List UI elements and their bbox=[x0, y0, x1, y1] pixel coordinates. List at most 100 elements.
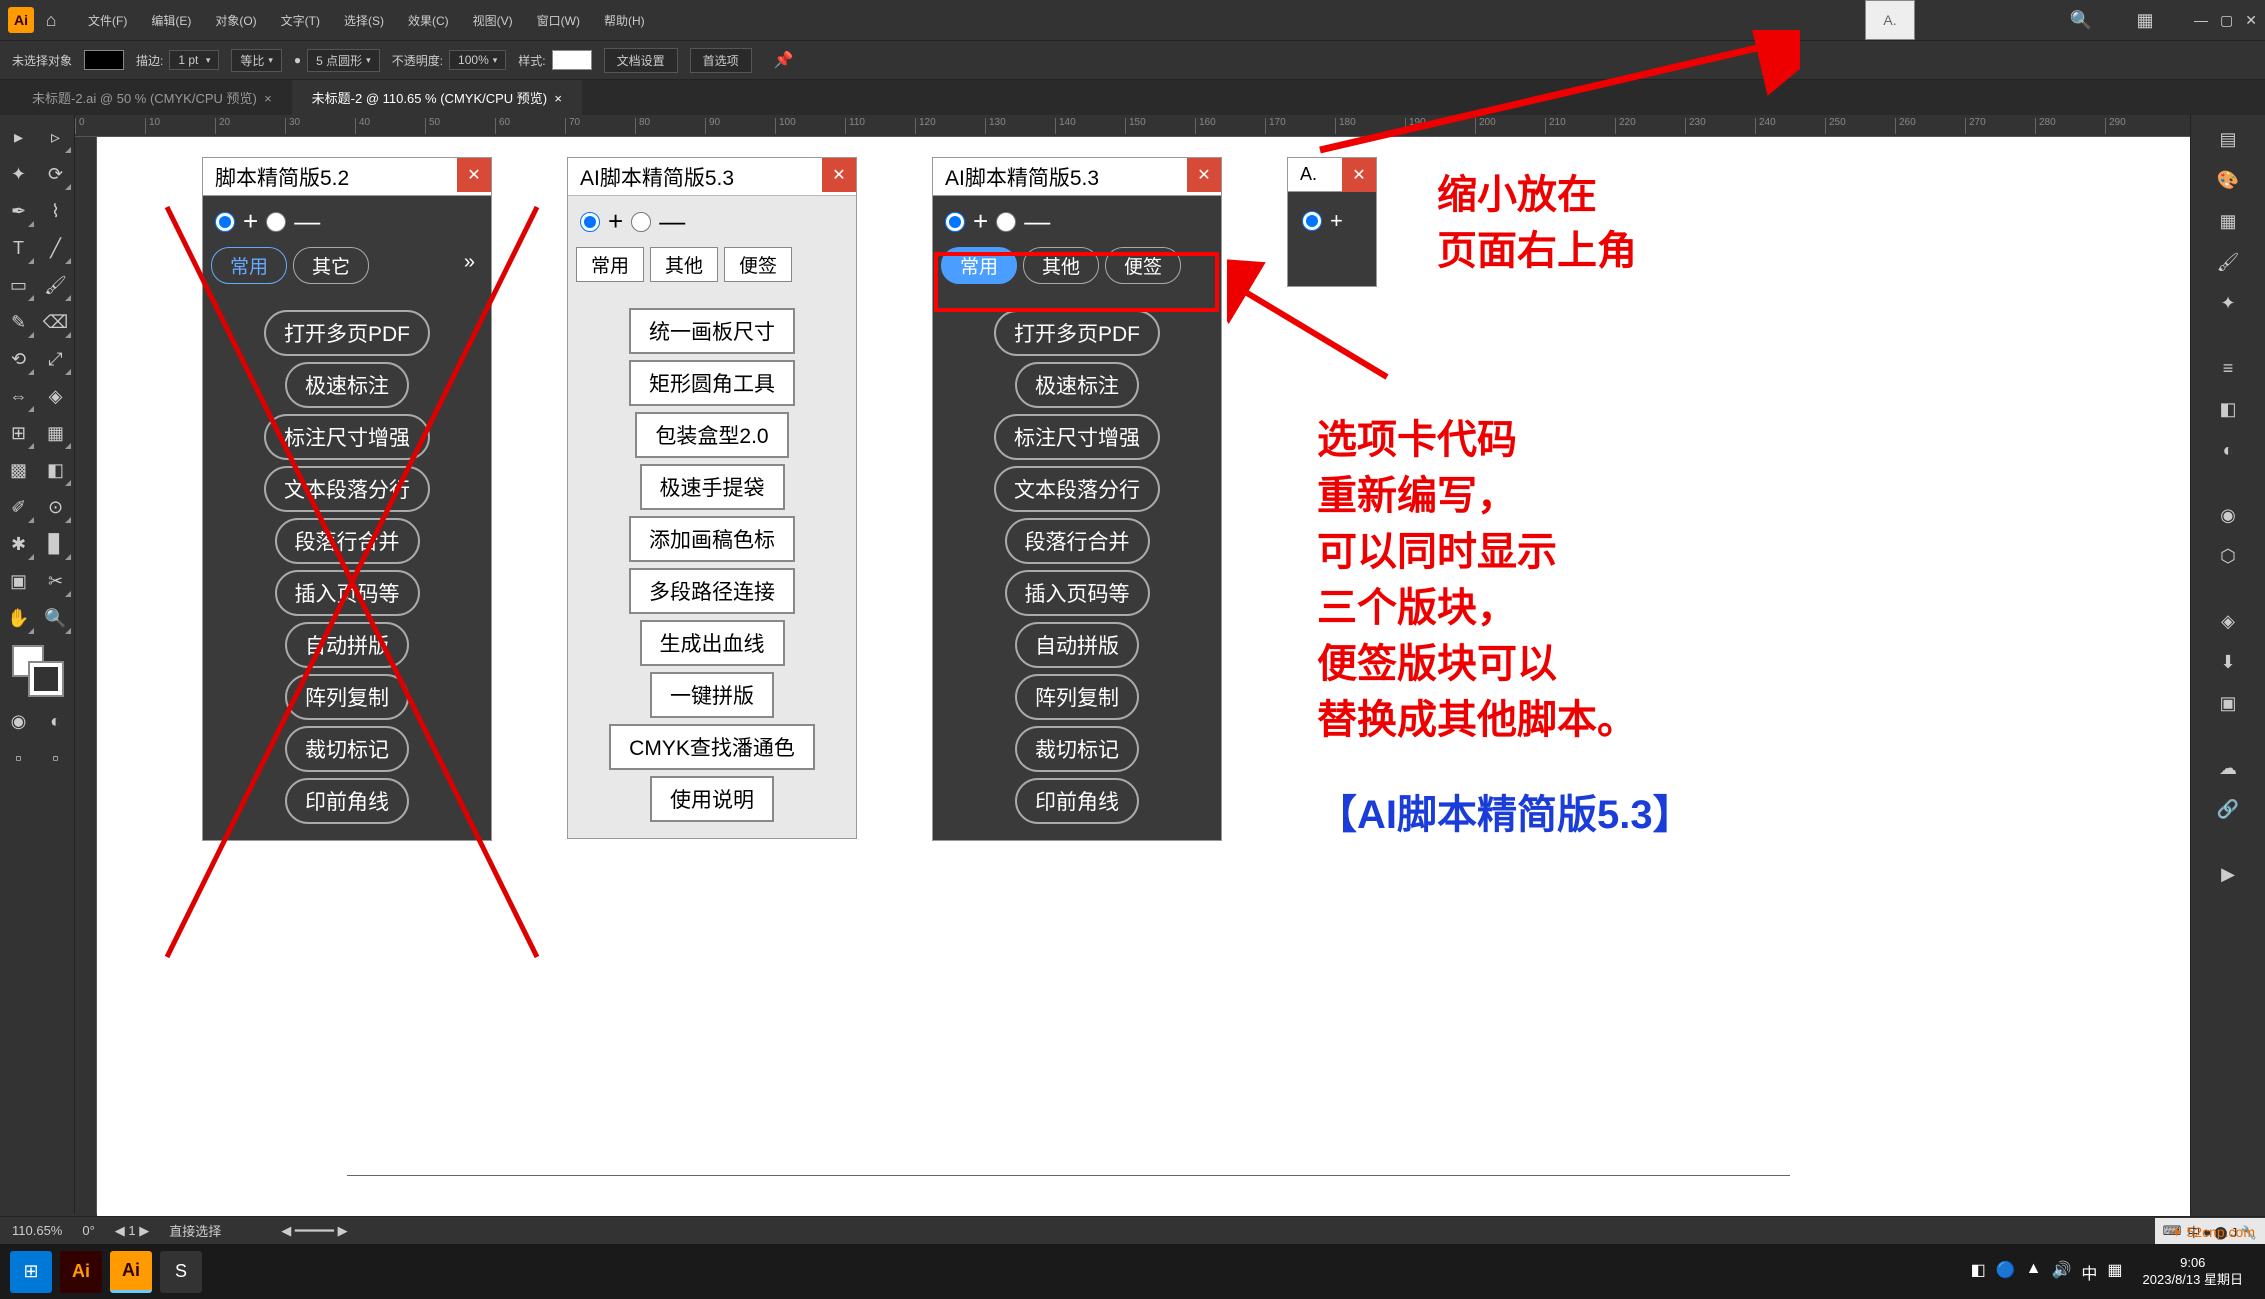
panel-52-tab-2[interactable]: 其它 bbox=[293, 247, 369, 284]
radio-2[interactable] bbox=[266, 212, 286, 232]
panel-button[interactable]: 印前角线 bbox=[285, 778, 409, 824]
pen-tool-icon[interactable]: ✒ bbox=[0, 193, 37, 230]
radio-d2[interactable] bbox=[996, 212, 1016, 232]
radio-l1[interactable] bbox=[580, 212, 600, 232]
panel-button[interactable]: 裁切标记 bbox=[1015, 726, 1139, 772]
panel-button[interactable]: 自动拼版 bbox=[285, 622, 409, 668]
panel-button[interactable]: 包装盒型2.0 bbox=[635, 412, 788, 458]
blend-tool-icon[interactable]: ⊙ bbox=[37, 489, 74, 526]
perspective-tool-icon[interactable]: ▦ bbox=[37, 415, 74, 452]
taskbar-app-3[interactable]: S bbox=[160, 1251, 202, 1293]
scrollbar-h[interactable]: ◀ ━━━━━ ▶ bbox=[281, 1223, 347, 1239]
asset-export-panel-icon[interactable]: ⬇ bbox=[2210, 644, 2247, 681]
draw-mode-icon[interactable]: ▫ bbox=[0, 740, 37, 777]
swatches-panel-icon[interactable]: ▦ bbox=[2210, 203, 2247, 240]
doc-setup-button[interactable]: 文档设置 bbox=[604, 48, 678, 73]
panel-button[interactable]: 生成出血线 bbox=[640, 620, 785, 666]
panel-mini-close-button[interactable]: ✕ bbox=[1342, 158, 1376, 192]
width-tool-icon[interactable]: ⇔ bbox=[0, 378, 37, 415]
gradient-mode-icon[interactable]: ◐ bbox=[37, 703, 74, 740]
menu-help[interactable]: 帮助(H) bbox=[594, 8, 655, 33]
panel-button[interactable]: 文本段落分行 bbox=[994, 466, 1160, 512]
symbols-panel-icon[interactable]: ✦ bbox=[2210, 285, 2247, 322]
type-tool-icon[interactable]: T bbox=[0, 230, 37, 267]
doc-tab-2[interactable]: 未标题-2 @ 110.65 % (CMYK/CPU 预览) × bbox=[292, 80, 582, 115]
transparency-panel-icon[interactable]: ◐ bbox=[2210, 432, 2247, 469]
rectangle-tool-icon[interactable]: ▭ bbox=[0, 267, 37, 304]
brushes-panel-icon[interactable]: 🖌 bbox=[2210, 244, 2247, 281]
panel-button[interactable]: 一键拼版 bbox=[650, 672, 774, 718]
opacity-dropdown[interactable]: 100% bbox=[449, 50, 506, 70]
close-icon[interactable]: ✕ bbox=[2245, 12, 2257, 29]
artboards-panel-icon[interactable]: ▣ bbox=[2210, 685, 2247, 722]
panel-52-more-icon[interactable]: » bbox=[456, 247, 483, 284]
panel-button[interactable]: 裁切标记 bbox=[285, 726, 409, 772]
menu-object[interactable]: 对象(O) bbox=[205, 8, 266, 33]
panel-53light-tab-3[interactable]: 便签 bbox=[724, 247, 792, 282]
panel-button[interactable]: CMYK查找潘通色 bbox=[609, 724, 815, 770]
rotate-tool-icon[interactable]: ⟲ bbox=[0, 341, 37, 378]
line-tool-icon[interactable]: ╱ bbox=[37, 230, 74, 267]
docked-panel-mini[interactable]: A. bbox=[1865, 0, 1915, 40]
scale-tool-icon[interactable]: ⤢ bbox=[37, 341, 74, 378]
gradient-tool-icon[interactable]: ◧ bbox=[37, 452, 74, 489]
style-swatch[interactable] bbox=[552, 50, 592, 70]
graphic-styles-panel-icon[interactable]: ⬡ bbox=[2210, 538, 2247, 575]
menu-view[interactable]: 视图(V) bbox=[463, 8, 523, 33]
links-panel-icon[interactable]: 🔗 bbox=[2210, 791, 2247, 828]
panel-button[interactable]: 添加画稿色标 bbox=[629, 516, 795, 562]
magic-wand-tool-icon[interactable]: ✦ bbox=[0, 156, 37, 193]
color-mode-icon[interactable]: ◉ bbox=[0, 703, 37, 740]
search-icon[interactable]: 🔍 bbox=[2066, 10, 2096, 31]
panel-button[interactable]: 自动拼版 bbox=[1015, 622, 1139, 668]
doc-tab-1[interactable]: 未标题-2.ai @ 50 % (CMYK/CPU 预览) × bbox=[12, 80, 292, 115]
lasso-tool-icon[interactable]: ⟳ bbox=[37, 156, 74, 193]
radio-1[interactable] bbox=[215, 212, 235, 232]
panel-button[interactable]: 打开多页PDF bbox=[994, 310, 1160, 356]
start-button[interactable]: ⊞ bbox=[10, 1251, 52, 1293]
menu-select[interactable]: 选择(S) bbox=[334, 8, 394, 33]
free-transform-tool-icon[interactable]: ◈ bbox=[37, 378, 74, 415]
panel-button[interactable]: 极速标注 bbox=[1015, 362, 1139, 408]
menu-effect[interactable]: 效果(C) bbox=[398, 8, 459, 33]
shaper-tool-icon[interactable]: ✎ bbox=[0, 304, 37, 341]
fill-swatch[interactable] bbox=[84, 50, 124, 70]
fill-stroke-swatch[interactable] bbox=[12, 645, 62, 695]
stroke-panel-icon[interactable]: ≡ bbox=[2210, 350, 2247, 387]
eraser-tool-icon[interactable]: ⌫ bbox=[37, 304, 74, 341]
color-panel-icon[interactable]: 🎨 bbox=[2210, 162, 2247, 199]
panel-button[interactable]: 阵列复制 bbox=[1015, 674, 1139, 720]
screen-mode-icon[interactable]: ▫ bbox=[37, 740, 74, 777]
panel-button[interactable]: 多段路径连接 bbox=[629, 568, 795, 614]
brush-dropdown[interactable]: 5 点圆形 bbox=[307, 49, 380, 72]
arrange-icon[interactable]: ▦ bbox=[2130, 10, 2160, 31]
tray-icon[interactable]: 🔵 bbox=[1996, 1260, 2016, 1284]
maximize-icon[interactable]: ▢ bbox=[2220, 12, 2233, 29]
rotation-angle[interactable]: 0° bbox=[82, 1223, 94, 1238]
panel-button[interactable]: 极速标注 bbox=[285, 362, 409, 408]
pin-icon[interactable]: 📌 bbox=[774, 50, 794, 70]
panel-button[interactable]: 统一画板尺寸 bbox=[629, 308, 795, 354]
menu-type[interactable]: 文字(T) bbox=[271, 8, 330, 33]
eyedropper-tool-icon[interactable]: ✐ bbox=[0, 489, 37, 526]
panel-button[interactable]: 标注尺寸增强 bbox=[994, 414, 1160, 460]
paintbrush-tool-icon[interactable]: 🖌 bbox=[37, 267, 74, 304]
stroke-weight-dropdown[interactable]: 1 pt bbox=[169, 50, 219, 70]
shape-builder-tool-icon[interactable]: ⊞ bbox=[0, 415, 37, 452]
taskbar-ai-2[interactable]: Ai bbox=[110, 1251, 152, 1293]
panel-button[interactable]: 极速手提袋 bbox=[640, 464, 785, 510]
panel-button[interactable]: 段落行合并 bbox=[1005, 518, 1150, 564]
document-canvas[interactable]: 脚本精简版5.2✕ + — 常用 其它 » 打开多页PDF极速标注标注尺寸增强文… bbox=[97, 137, 2190, 1216]
tray-icon[interactable]: ◧ bbox=[1971, 1260, 1986, 1284]
panel-button[interactable]: 文本段落分行 bbox=[264, 466, 430, 512]
panel-button[interactable]: 阵列复制 bbox=[285, 674, 409, 720]
tray-icon[interactable]: ▦ bbox=[2107, 1260, 2122, 1284]
panel-53dark-close-button[interactable]: ✕ bbox=[1187, 158, 1221, 192]
tray-icon[interactable]: ▲ bbox=[2026, 1260, 2042, 1284]
artboard-tool-icon[interactable]: ▣ bbox=[0, 563, 37, 600]
selection-tool-icon[interactable]: ▸ bbox=[0, 119, 37, 156]
properties-panel-icon[interactable]: ▤ bbox=[2210, 121, 2247, 158]
panel-button[interactable]: 印前角线 bbox=[1015, 778, 1139, 824]
panel-button[interactable]: 使用说明 bbox=[650, 776, 774, 822]
panel-button[interactable]: 插入页码等 bbox=[1005, 570, 1150, 616]
